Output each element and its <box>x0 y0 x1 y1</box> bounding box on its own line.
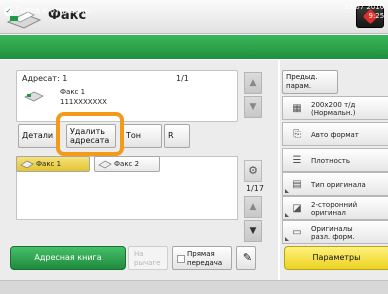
status-time: 9:25 <box>368 12 385 20</box>
resolution-icon: ▦ <box>292 103 302 114</box>
tab-label: Факс 1 <box>36 160 62 168</box>
address-page-indicator: 1/1 <box>176 74 189 83</box>
duplex-label-2: оригинал <box>311 209 346 217</box>
submenu-corner-icon <box>285 237 289 241</box>
original-type-setting[interactable]: ▤ Тип оригинала <box>282 172 388 196</box>
direct-send-checkbox[interactable] <box>177 255 185 263</box>
address-scroll-up-button[interactable]: ▲ <box>244 72 262 94</box>
scroll-down-icon: ▼ <box>249 226 257 236</box>
fax-entry-icon <box>24 88 44 102</box>
auto-format-label: Авто формат <box>311 131 359 139</box>
tools-icon[interactable]: ⚙ <box>244 160 262 182</box>
address-scroll-down-button[interactable]: ▼ <box>244 96 262 118</box>
auto-format-setting[interactable]: ⎘ Авто формат <box>282 122 388 146</box>
bottom-strip <box>0 280 388 294</box>
address-entry-number[interactable]: 111XXXXXXX <box>60 98 107 106</box>
details-button[interactable]: Детали <box>18 124 58 148</box>
fax-tab-icon <box>20 159 34 169</box>
submenu-corner-icon <box>285 213 289 217</box>
fax-tab-icon <box>98 159 112 169</box>
original-type-label: Тип оригинала <box>311 181 366 189</box>
tone-button[interactable]: Тон <box>122 124 162 148</box>
previous-settings-button[interactable]: Предыд. парам. <box>282 70 338 94</box>
direct-send-button[interactable]: Прямая передача <box>172 246 232 270</box>
tab-fax-1[interactable]: Факс 1 <box>16 156 90 172</box>
duplex-icon: ◪ <box>292 203 302 214</box>
on-hook-label-2: рычаге <box>134 259 161 267</box>
tab-fax-2[interactable]: Факс 2 <box>94 156 160 172</box>
resolution-label-2: (Нормальн.) <box>311 109 356 117</box>
status-bar <box>0 35 388 59</box>
tab-label: Факс 2 <box>114 160 140 168</box>
mixed-originals-label-1: Оригиналы <box>311 225 353 233</box>
resolution-setting[interactable]: ▦ 200x200 т/д (Нормальн.) <box>282 96 388 120</box>
scroll-up-icon: ▲ <box>249 78 257 88</box>
tab-scroll-up-button[interactable]: ▲ <box>244 196 262 218</box>
submenu-corner-icon <box>285 189 289 193</box>
address-count-label: Адресат: 1 <box>22 74 68 83</box>
address-book-button[interactable]: Адресная книга <box>10 246 126 270</box>
duplex-setting[interactable]: ◪ 2-сторонний оригинал <box>282 196 388 220</box>
direct-send-label-1: Прямая <box>187 250 215 258</box>
direct-send-label-2: передача <box>187 259 223 267</box>
parameters-button[interactable]: Параметры <box>284 246 388 270</box>
highlight-outline <box>56 112 124 156</box>
status-text: Готов к отправке. <box>16 6 92 15</box>
on-hook-button[interactable]: На рычаге <box>128 246 168 270</box>
on-hook-label-1: На <box>134 250 144 258</box>
address-entry-name[interactable]: Факс 1 <box>60 88 85 96</box>
tab-page-indicator: 1/17 <box>246 184 264 193</box>
mixed-originals-setting[interactable]: ▭ Оригиналы разл. форм. <box>282 220 388 244</box>
scroll-up-icon: ▲ <box>249 202 257 212</box>
resolution-label-1: 200x200 т/д <box>311 101 356 109</box>
status-check-icon: ✓ <box>4 7 13 16</box>
density-label: Плотность <box>311 157 351 165</box>
r-button[interactable]: R <box>164 124 190 148</box>
mixed-originals-label-2: разл. форм. <box>311 233 355 241</box>
original-type-icon: ▤ <box>292 179 302 190</box>
previous-settings-label-1: Предыд. <box>286 73 318 81</box>
mixed-originals-icon: ▭ <box>292 227 302 238</box>
status-datetime: 13/07 2010 9:25 <box>344 3 384 21</box>
density-icon: ☰ <box>292 155 302 166</box>
scroll-down-icon: ▼ <box>249 102 257 112</box>
auto-format-icon: ⎘ <box>293 129 301 140</box>
status-date: 13/07 2010 <box>344 3 385 11</box>
previous-settings-label-2: парам. <box>286 82 312 90</box>
tab-scroll-down-button[interactable]: ▼ <box>244 220 262 242</box>
duplex-label-1: 2-сторонний <box>311 201 358 209</box>
density-setting[interactable]: ☰ Плотность <box>282 148 388 172</box>
pen-icon[interactable]: ✎ <box>236 246 256 270</box>
